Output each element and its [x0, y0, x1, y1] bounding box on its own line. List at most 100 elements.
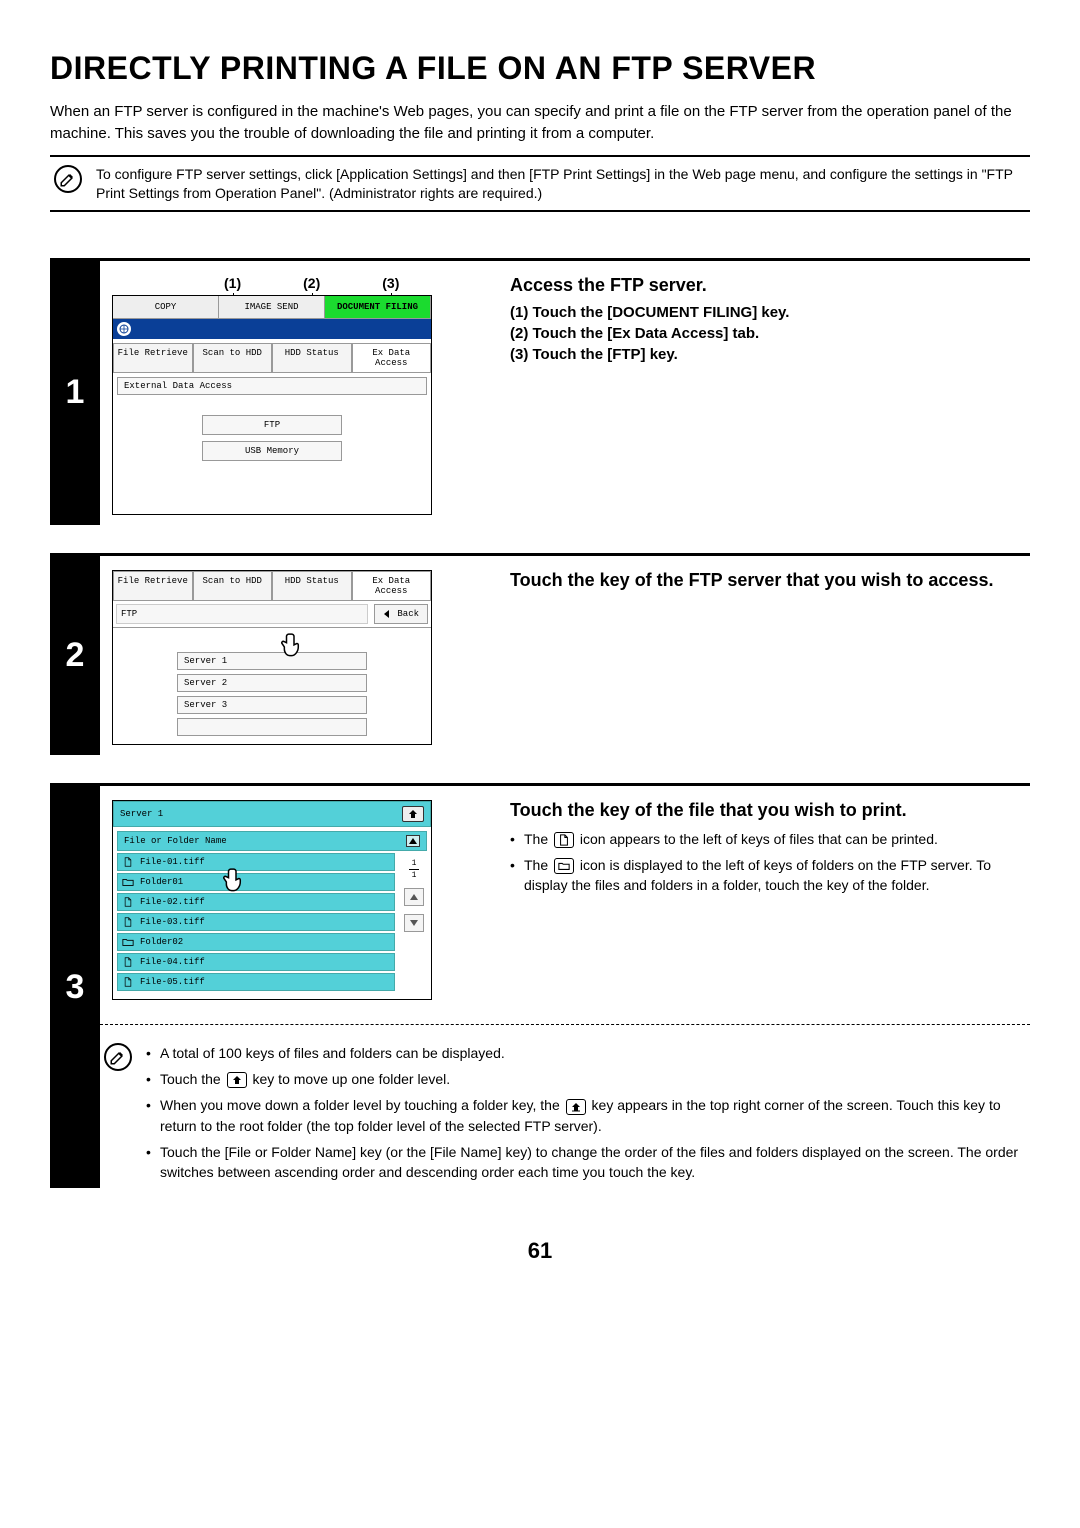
step3-screen: Server 1 File or Folder Name: [112, 800, 432, 1000]
ftp-label: FTP: [116, 604, 368, 624]
step3-note-3: When you move down a folder level by tou…: [146, 1095, 1030, 1136]
tab-copy[interactable]: COPY: [113, 296, 219, 318]
step3-heading: Touch the key of the file that you wish …: [510, 800, 1026, 821]
file-name: File-05.tiff: [140, 977, 205, 987]
top-note-box: To configure FTP server settings, click …: [50, 155, 1030, 212]
subtab-hdd-status[interactable]: HDD Status: [272, 343, 352, 373]
external-data-access-label: External Data Access: [117, 377, 427, 395]
subtab-ex-data-access[interactable]: Ex Data Access: [352, 343, 432, 373]
tab2-scan-hdd[interactable]: Scan to HDD: [193, 571, 273, 601]
folder-up-icon: [407, 809, 419, 819]
step1-sub2: (2) Touch the [Ex Data Access] tab.: [510, 325, 1026, 342]
usb-memory-button[interactable]: USB Memory: [202, 441, 342, 461]
step-2-number: 2: [50, 556, 100, 755]
pencil-note-icon: [54, 165, 82, 193]
server-blank-button[interactable]: [177, 718, 367, 736]
callout-2: (2): [303, 275, 320, 291]
file-name: File-02.tiff: [140, 897, 205, 907]
server-1-button[interactable]: Server 1: [177, 652, 367, 670]
file-row[interactable]: File-04.tiff: [117, 953, 395, 971]
tab-document-filing[interactable]: DOCUMENT FILING: [325, 296, 431, 318]
folder-icon: [554, 858, 574, 874]
file-name: File-01.tiff: [140, 857, 205, 867]
file-name: File-03.tiff: [140, 917, 205, 927]
back-label: Back: [397, 609, 419, 619]
folder-icon: [122, 937, 134, 947]
step3-note-2: Touch the key to move up one folder leve…: [146, 1069, 1030, 1089]
step3-note-1: A total of 100 keys of files and folders…: [146, 1043, 1030, 1063]
ftp-button[interactable]: FTP: [202, 415, 342, 435]
file-icon: [122, 917, 134, 927]
server-2-button[interactable]: Server 2: [177, 674, 367, 692]
file-icon: [122, 897, 134, 907]
callout-3: (3): [382, 275, 399, 291]
text-fragment: key to move up one folder level.: [253, 1071, 451, 1087]
file-row[interactable]: File-02.tiff: [117, 893, 395, 911]
tab2-hdd-status[interactable]: HDD Status: [272, 571, 352, 601]
step1-sub1: (1) Touch the [DOCUMENT FILING] key.: [510, 304, 1026, 321]
intro-paragraph: When an FTP server is configured in the …: [50, 101, 1030, 145]
folder-up-button[interactable]: [402, 806, 424, 822]
file-icon: [122, 957, 134, 967]
step-3-number: 3: [50, 786, 100, 1189]
page-title: DIRECTLY PRINTING A FILE ON AN FTP SERVE…: [50, 50, 1030, 87]
server-name: Server 1: [120, 809, 163, 819]
step-2: 2 File Retrieve Scan to HDD HDD Status E…: [50, 553, 1030, 755]
column-header[interactable]: File or Folder Name: [124, 836, 227, 846]
step3-bullet-1: The icon appears to the left of keys of …: [510, 829, 1026, 849]
step3-bullet-2: The icon is displayed to the left of key…: [510, 855, 1026, 896]
sort-button[interactable]: [406, 835, 420, 847]
step2-screen: File Retrieve Scan to HDD HDD Status Ex …: [112, 570, 432, 745]
folder-up-icon-inline: [227, 1072, 247, 1088]
folder-row[interactable]: Folder01: [117, 873, 395, 891]
tab2-ex-data-access[interactable]: Ex Data Access: [352, 571, 432, 601]
subtab-file-retrieve[interactable]: File Retrieve: [113, 343, 193, 373]
blue-toolbar: [113, 319, 431, 339]
page-indicator: 1 1: [409, 859, 419, 880]
back-button[interactable]: Back: [374, 604, 428, 624]
callout-1: (1): [224, 275, 241, 291]
step-3: 3 Server 1 File or Folder Name: [50, 783, 1030, 1189]
arrow-left-icon: [383, 610, 393, 618]
hand-pointer-icon-2: [223, 867, 249, 897]
arrow-up-icon: [410, 894, 418, 900]
text-fragment: The: [524, 831, 552, 847]
step1-substeps: (1) Touch the [DOCUMENT FILING] key. (2)…: [510, 304, 1026, 363]
arrow-down-icon: [410, 920, 418, 926]
callouts: (1) (2) (3): [224, 275, 488, 291]
file-row[interactable]: File-03.tiff: [117, 913, 395, 931]
top-note-text: To configure FTP server settings, click …: [96, 163, 1030, 204]
file-row[interactable]: File-01.tiff: [117, 853, 395, 871]
file-name: File-04.tiff: [140, 957, 205, 967]
scroll-down-button[interactable]: [404, 914, 424, 932]
step-1: 1 (1) (2) (3) COPY IMAGE SEND DOCUMENT F…: [50, 258, 1030, 525]
folder-icon: [122, 877, 134, 887]
step3-info-block: A total of 100 keys of files and folders…: [100, 1039, 1030, 1189]
text-fragment: When you move down a folder level by tou…: [160, 1097, 564, 1113]
hand-pointer-icon: [281, 632, 307, 662]
step2-heading: Touch the key of the FTP server that you…: [510, 570, 1026, 591]
step1-screen: COPY IMAGE SEND DOCUMENT FILING File Ret…: [112, 295, 432, 515]
folder-root-icon-inline: [566, 1099, 586, 1115]
file-row[interactable]: File-05.tiff: [117, 973, 395, 991]
subtab-scan-hdd[interactable]: Scan to HDD: [193, 343, 273, 373]
dashed-separator: [100, 1024, 1030, 1025]
tab-image-send[interactable]: IMAGE SEND: [219, 296, 325, 318]
pencil-note-icon-2: [104, 1043, 132, 1071]
step1-sub3: (3) Touch the [FTP] key.: [510, 346, 1026, 363]
file-name: Folder02: [140, 937, 183, 947]
server-3-button[interactable]: Server 3: [177, 696, 367, 714]
page-number: 61: [50, 1238, 1030, 1264]
folder-row[interactable]: Folder02: [117, 933, 395, 951]
text-fragment: icon appears to the left of keys of file…: [580, 831, 938, 847]
scroll-up-button[interactable]: [404, 888, 424, 906]
globe-icon: [117, 322, 131, 336]
file-list: File-01.tiff Folder01 File-02.tiff File-03.…: [117, 853, 395, 993]
step1-heading: Access the FTP server.: [510, 275, 1026, 296]
page-total: 1: [412, 871, 417, 880]
step3-note-4: Touch the [File or Folder Name] key (or …: [146, 1142, 1030, 1183]
text-fragment: Touch the: [160, 1071, 225, 1087]
file-icon: [122, 977, 134, 987]
text-fragment: icon is displayed to the left of keys of…: [524, 857, 991, 893]
tab2-file-retrieve[interactable]: File Retrieve: [113, 571, 193, 601]
